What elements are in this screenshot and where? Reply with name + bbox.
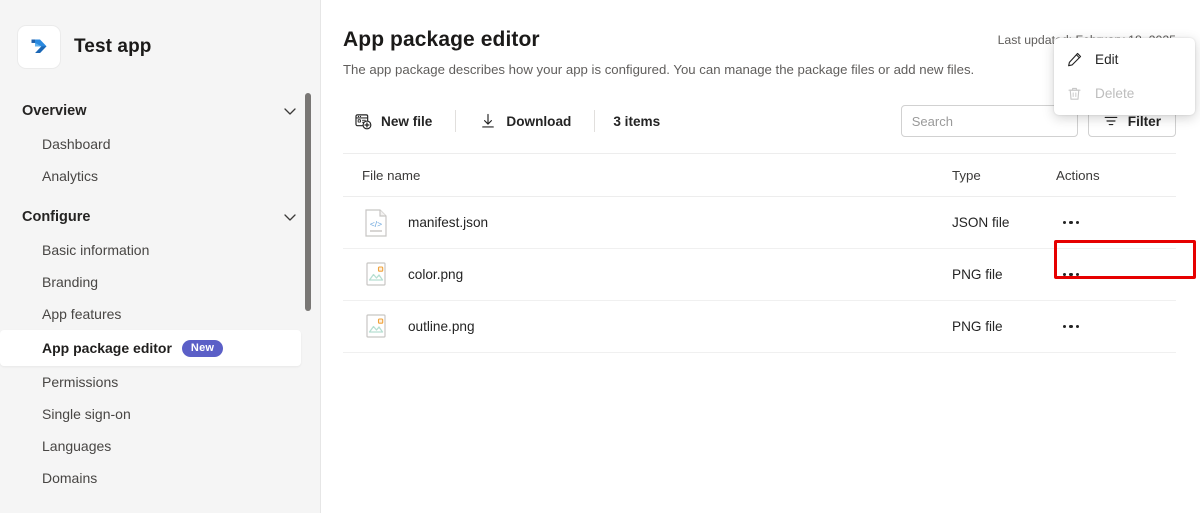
sidebar-item-label: App features [42, 306, 122, 322]
sidebar-item-app-package-editor[interactable]: App package editor New [0, 330, 301, 366]
context-menu-item-edit[interactable]: Edit [1054, 42, 1195, 76]
context-menu-item-label: Edit [1095, 51, 1119, 67]
column-header-file-name: File name [362, 167, 421, 183]
table-header-row: File name Type Actions [343, 153, 1176, 197]
new-file-label: New file [381, 113, 433, 129]
sidebar-item-label: Languages [42, 438, 112, 454]
sidebar-nav: Overview Dashboard Analytics Configure B… [0, 94, 320, 494]
page-description: The app package describes how your app i… [343, 62, 975, 77]
sidebar-item-single-sign-on[interactable]: Single sign-on [0, 398, 320, 430]
new-file-button[interactable]: New file [343, 105, 443, 137]
sidebar-item-label: Permissions [42, 374, 119, 390]
new-file-icon [354, 112, 372, 130]
sidebar-item-label: Dashboard [42, 136, 111, 152]
sidebar-item-label: App package editor [42, 340, 172, 356]
sidebar-group-overview-label: Overview [22, 103, 87, 119]
row-context-menu: Edit Delete [1054, 38, 1195, 115]
more-options-icon[interactable] [1056, 314, 1086, 340]
sidebar-item-languages[interactable]: Languages [0, 430, 320, 462]
file-name-label: color.png [408, 267, 464, 282]
sidebar-group-overview[interactable]: Overview [0, 94, 320, 128]
sidebar-item-label: Analytics [42, 168, 99, 184]
new-badge: New [181, 339, 224, 357]
power-automate-logo-icon [18, 26, 60, 68]
json-file-icon: </> [362, 208, 390, 238]
sidebar-item-label: Single sign-on [42, 406, 131, 422]
file-type-label: PNG file [952, 267, 1003, 282]
more-options-icon[interactable] [1056, 210, 1086, 236]
sidebar-item-app-features[interactable]: App features [0, 298, 320, 330]
column-header-actions: Actions [1056, 167, 1100, 183]
app-name: Test app [74, 36, 152, 57]
sidebar-group-configure-label: Configure [22, 209, 91, 225]
file-name-label: outline.png [408, 319, 475, 334]
filter-icon [1103, 113, 1119, 129]
filter-label: Filter [1127, 113, 1161, 129]
svg-text:</>: </> [370, 219, 382, 229]
command-bar: New file Download 3 items Search Filter [343, 99, 1176, 143]
file-name-cell: </> manifest.json [343, 208, 952, 238]
image-file-icon [362, 260, 390, 290]
context-menu-item-label: Delete [1095, 85, 1135, 101]
file-name-label: manifest.json [408, 215, 489, 230]
table-row[interactable]: color.png PNG file [343, 249, 1176, 301]
sidebar-item-label: Domains [42, 470, 98, 486]
main-content: App package editor The app package descr… [321, 0, 1200, 513]
sidebar-item-branding[interactable]: Branding [0, 266, 320, 298]
command-separator [455, 110, 457, 132]
table-row[interactable]: </> manifest.json JSON file [343, 197, 1176, 249]
sidebar-group-configure[interactable]: Configure [0, 200, 320, 234]
file-type-label: JSON file [952, 215, 1010, 230]
pencil-icon [1066, 51, 1083, 68]
sidebar: Test app Overview Dashboard Analytics Co… [0, 0, 321, 513]
sidebar-item-label: Basic information [42, 242, 150, 258]
app-root: Test app Overview Dashboard Analytics Co… [0, 0, 1200, 513]
column-header-type: Type [952, 167, 981, 183]
command-separator [594, 110, 596, 132]
table-row[interactable]: outline.png PNG file [343, 301, 1176, 353]
item-count-label: 3 items [613, 113, 661, 129]
download-icon [479, 112, 497, 130]
app-brand: Test app [0, 0, 320, 68]
file-name-cell: outline.png [343, 312, 952, 342]
trash-icon [1066, 85, 1083, 102]
row-actions-cell [1056, 210, 1176, 236]
download-button[interactable]: Download [468, 105, 582, 137]
chevron-down-icon [282, 103, 298, 119]
files-table: File name Type Actions </> manifest.json… [343, 153, 1176, 353]
sidebar-item-label: Branding [42, 274, 99, 290]
chevron-down-icon [282, 209, 298, 225]
more-options-icon[interactable] [1056, 262, 1086, 288]
image-file-icon [362, 312, 390, 342]
sidebar-item-domains[interactable]: Domains [0, 462, 320, 494]
file-type-label: PNG file [952, 319, 1003, 334]
sidebar-item-basic-information[interactable]: Basic information [0, 234, 320, 266]
row-actions-cell [1056, 262, 1176, 288]
sidebar-item-permissions[interactable]: Permissions [0, 366, 320, 398]
context-menu-item-delete: Delete [1054, 76, 1195, 110]
sidebar-item-analytics[interactable]: Analytics [0, 160, 320, 192]
sidebar-scrollbar[interactable] [305, 0, 311, 513]
download-label: Download [506, 113, 572, 129]
sidebar-item-dashboard[interactable]: Dashboard [0, 128, 320, 160]
search-input[interactable] [900, 105, 1078, 137]
row-actions-cell [1056, 314, 1176, 340]
file-name-cell: color.png [343, 260, 952, 290]
page-header: App package editor The app package descr… [343, 28, 1176, 77]
sidebar-scrollbar-thumb[interactable] [305, 93, 311, 311]
